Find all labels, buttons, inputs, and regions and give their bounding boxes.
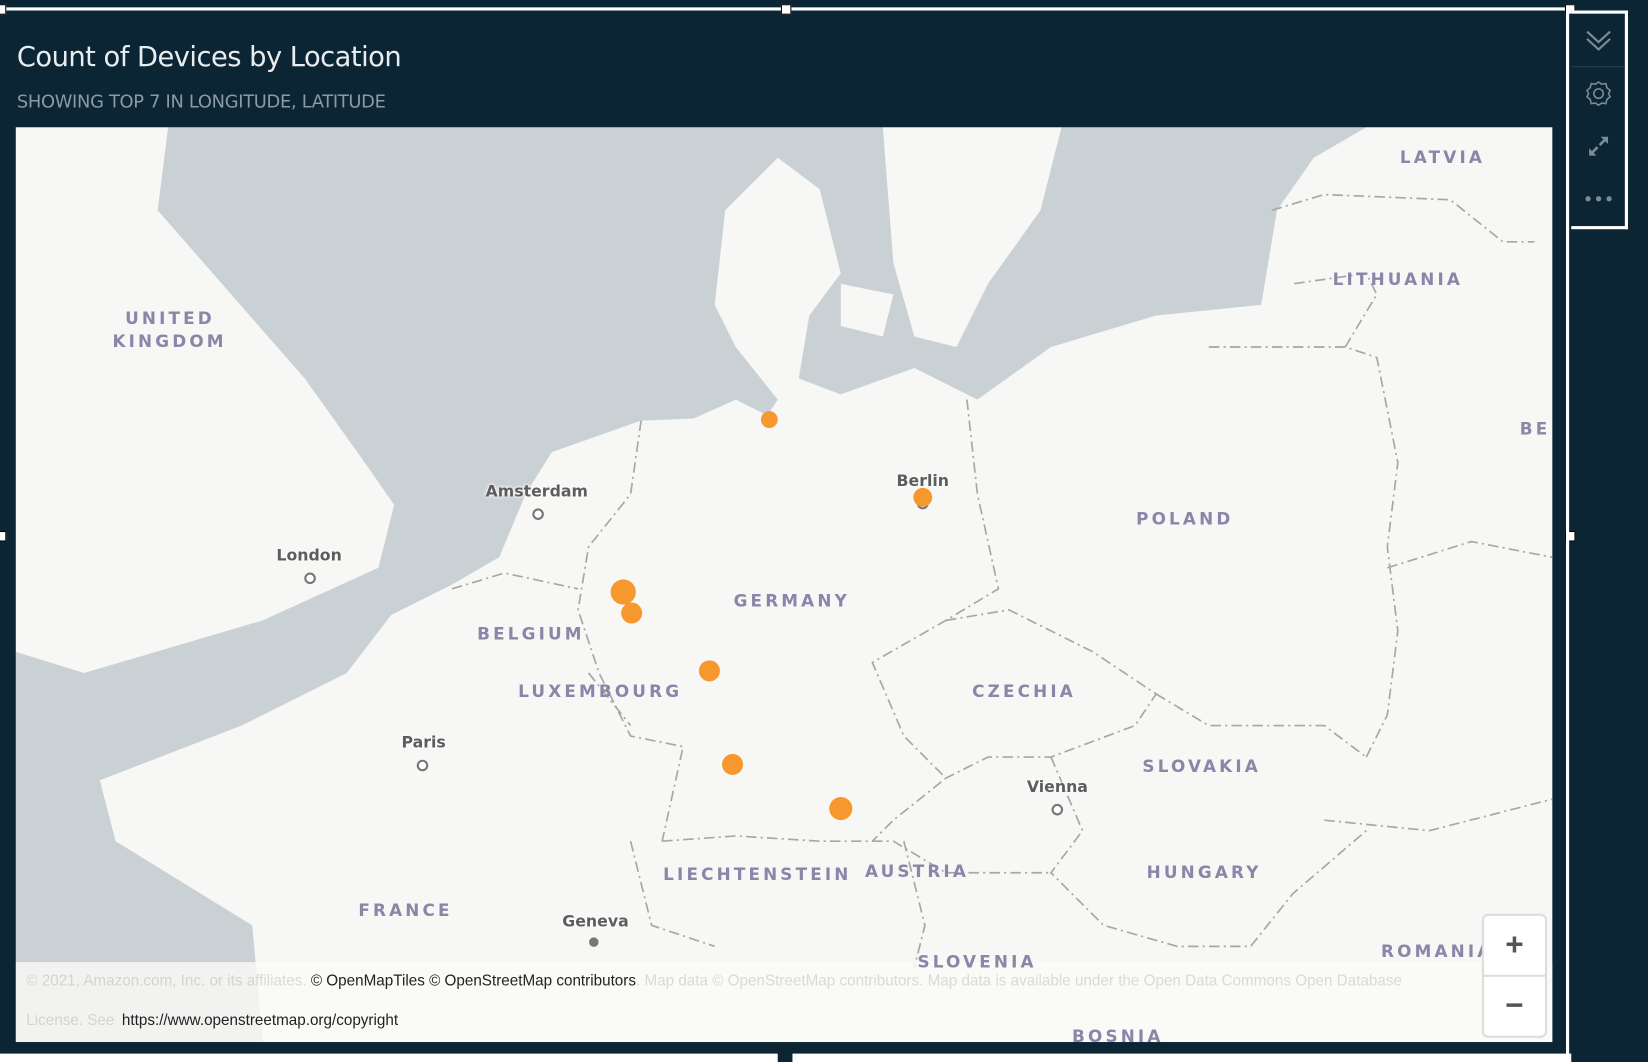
format-visual-button[interactable]	[1571, 67, 1625, 120]
city-dot-icon	[304, 572, 316, 585]
map-canvas[interactable]: LATVIA LITHUANIA UNITED KINGDOM BE POLAN…	[15, 127, 1553, 1043]
device-location-marker[interactable]	[621, 602, 643, 624]
more-icon	[1584, 196, 1612, 202]
more-options-button[interactable]	[1571, 172, 1625, 225]
attribution-osm: © OpenMapTiles © OpenStreetMap contribut…	[310, 972, 636, 990]
city-dot-icon	[532, 508, 544, 520]
device-location-marker[interactable]	[760, 411, 778, 428]
attribution-license: . Map data © OpenStreetMap contributors.…	[635, 972, 1402, 990]
expand-button[interactable]	[1571, 120, 1625, 173]
zoom-in-button[interactable]: +	[1484, 916, 1545, 977]
visual-title: Count of Devices by Location	[16, 42, 402, 74]
resize-handle[interactable]	[0, 4, 7, 15]
expand-icon	[1588, 136, 1608, 156]
resize-handle[interactable]	[0, 531, 7, 542]
visual-subtitle: SHOWING TOP 7 IN LONGITUDE, LATITUDE	[16, 91, 386, 113]
city-dot-icon	[416, 759, 429, 772]
selection-border	[1565, 10, 1570, 1062]
device-location-marker[interactable]	[722, 753, 744, 775]
marker-layer	[304, 411, 1064, 947]
dashboard-stage: Count of Devices by Location SHOWING TOP…	[0, 0, 1648, 1062]
city-dot-icon	[589, 937, 599, 947]
map-attribution: © 2021, Amazon.com, Inc. or its affiliat…	[15, 962, 1553, 1043]
resize-handle[interactable]	[780, 4, 792, 15]
device-location-marker[interactable]	[698, 660, 720, 682]
attribution-amazon: © 2021, Amazon.com, Inc. or its affiliat…	[26, 972, 311, 990]
attribution-license-2: License. See	[26, 1012, 115, 1030]
country-label: BOSNIA	[1072, 1026, 1164, 1043]
city-dot-icon	[1051, 803, 1064, 816]
device-location-marker[interactable]	[913, 487, 933, 507]
device-location-marker[interactable]	[610, 579, 636, 605]
zoom-control: + −	[1481, 913, 1548, 1038]
device-location-marker[interactable]	[829, 797, 853, 821]
collapse-button[interactable]	[1571, 14, 1625, 68]
chevron-double-down-icon	[1585, 30, 1611, 51]
zoom-out-button[interactable]: −	[1484, 977, 1545, 1036]
divider	[777, 1051, 793, 1062]
osm-copyright-link[interactable]: https://www.openstreetmap.org/copyright	[122, 1013, 398, 1030]
gear-icon	[1585, 81, 1611, 107]
visual-toolbar	[1571, 10, 1628, 230]
country-label: SLOVENIA	[917, 951, 1037, 972]
